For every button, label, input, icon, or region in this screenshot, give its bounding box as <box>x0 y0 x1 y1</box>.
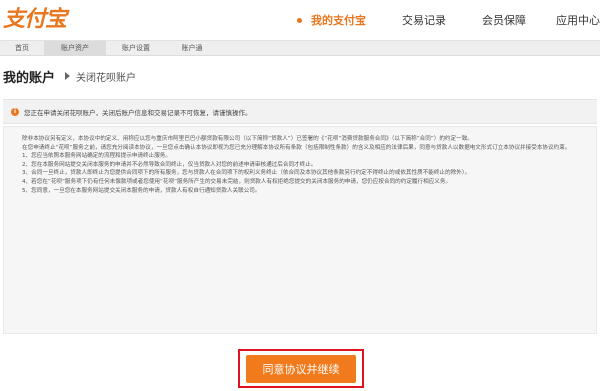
breadcrumb-arrow-icon <box>65 72 71 80</box>
info-icon: i <box>11 107 19 116</box>
breadcrumb: 我的账户 关闭花呗账户 <box>3 66 136 86</box>
active-dot-icon <box>297 17 302 23</box>
highlight-frame: 同意协议并继续 <box>238 349 364 388</box>
subnav-account-link[interactable]: 账户通 <box>166 41 218 55</box>
notice-bar: i 您正在申请关闭花呗账户，关闭后账户信息和交易记录不可恢复，请谨慎操作。 <box>3 99 597 124</box>
agreement-paragraph: 4、若您在“花呗”服务项下仍有任何未偿款项或者您使用“花呗”服务所产生的交易未完… <box>22 178 452 185</box>
alipay-logo[interactable]: 支付宝 <box>3 2 67 32</box>
subnav-account-assets[interactable]: 账户资产 <box>44 41 106 55</box>
agreement-paragraph: 3、合同一旦终止，贷款人即终止为您提供合同项下的所有服务，您与贷款人在合同项下的… <box>22 170 471 177</box>
nav-app-center[interactable]: 应用中心 <box>556 12 600 28</box>
sub-nav: 首页 账户资产 账户设置 账户通 <box>0 40 600 56</box>
logo-text: 支付宝 <box>3 6 67 32</box>
subnav-account-settings[interactable]: 账户设置 <box>106 41 166 55</box>
nav-my-alipay[interactable]: 我的支付宝 <box>297 12 366 28</box>
breadcrumb-current: 关闭花呗账户 <box>76 72 137 84</box>
agreement-paragraph: 2、您在本服务网站提交关闭本服务的申请并不必然导致合同终止，仅当贷款人对您的前述… <box>22 161 317 168</box>
agreement-box: 除非本协议另有定义，本协议中的定义、用称应以您与重庆市阿里巴巴小额贷款有限公司（… <box>3 126 597 334</box>
agreement-paragraph: 在您申请终止“花呗”服务之前，请您充分阅读本协议，一旦您点击确认本协议即视为您已… <box>22 144 571 151</box>
agreement-paragraph: 1、您应当依照本服务网站确定的流程和提示申请终止服务。 <box>22 153 171 160</box>
page-title: 我的账户 <box>3 70 56 86</box>
nav-member-protection[interactable]: 会员保障 <box>482 12 526 28</box>
notice-text: 您正在申请关闭花呗账户，关闭后账户信息和交易记录不可恢复，请谨慎操作。 <box>24 108 252 117</box>
agreement-paragraph: 5、您同意，一旦您在本服务网站提交关闭本服务的申请，贷款人有权自行通知贷款人关联… <box>22 187 261 194</box>
top-nav: 我的支付宝 交易记录 会员保障 应用中心 <box>261 0 600 40</box>
nav-label: 我的支付宝 <box>311 14 366 27</box>
agree-continue-button[interactable]: 同意协议并继续 <box>246 354 356 383</box>
nav-transactions[interactable]: 交易记录 <box>402 12 446 28</box>
subnav-home[interactable]: 首页 <box>0 41 44 55</box>
agreement-paragraph: 除非本协议另有定义，本协议中的定义、用称应以您与重庆市阿里巴巴小额贷款有限公司（… <box>22 136 473 142</box>
